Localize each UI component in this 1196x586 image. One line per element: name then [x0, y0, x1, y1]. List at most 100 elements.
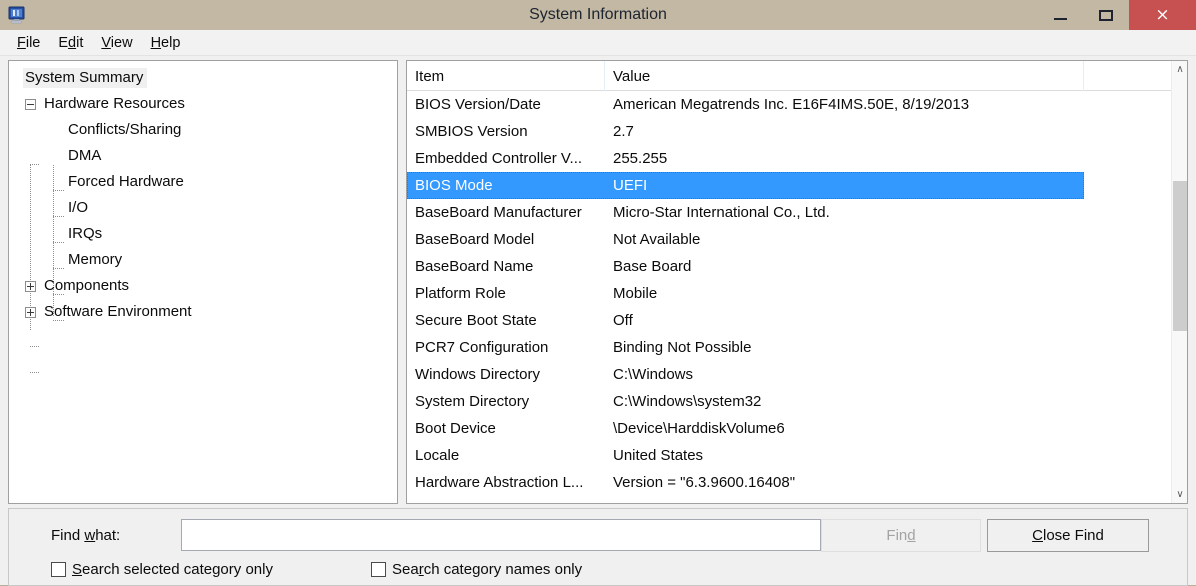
- close-find-accel: C: [1032, 527, 1043, 544]
- chk1-post: earch selected category only: [82, 561, 273, 578]
- row-value: C:\Windows: [613, 366, 694, 383]
- table-row[interactable]: Embedded Controller V... 255.255: [407, 145, 1171, 172]
- chk2-pre: Sea: [392, 561, 419, 578]
- table-row[interactable]: BaseBoard Model Not Available: [407, 226, 1171, 253]
- table-row[interactable]: Secure Boot State Off: [407, 307, 1171, 334]
- find-bar: Find what: Fin d Close Find Search select…: [8, 508, 1188, 586]
- list-column-header: Item Value: [407, 61, 1187, 91]
- table-row[interactable]: Windows Directory C:\Windows: [407, 361, 1171, 388]
- tree-item-label: Components: [44, 277, 130, 294]
- menu-bar: File Edit View Help: [0, 30, 1196, 56]
- title-bar[interactable]: System Information ×: [0, 0, 1196, 30]
- menu-edit-accel: d: [68, 34, 77, 51]
- expand-plus-icon[interactable]: [25, 280, 36, 292]
- menu-file-label: ile: [25, 34, 41, 51]
- row-value: UEFI: [613, 177, 648, 194]
- table-row[interactable]: BaseBoard Manufacturer Micro-Star Interna…: [407, 199, 1171, 226]
- tree-item-io[interactable]: I/O: [9, 195, 397, 221]
- table-row[interactable]: PCR7 Configuration Binding Not Possible: [407, 334, 1171, 361]
- search-selected-category-checkbox[interactable]: Search selected category only: [51, 561, 273, 578]
- window-title: System Information: [529, 6, 667, 23]
- caption-buttons: ×: [1037, 0, 1196, 30]
- column-header-value[interactable]: Value: [605, 61, 1084, 91]
- chk1-accel: S: [72, 561, 83, 578]
- row-item: Boot Device: [415, 420, 496, 437]
- row-value: American Megatrends Inc. E16F4IMS.50E, 8…: [613, 96, 970, 113]
- row-item: Secure Boot State: [415, 312, 537, 329]
- find-button[interactable]: Fin d: [821, 519, 981, 552]
- row-value: 255.255: [613, 150, 668, 167]
- search-category-names-checkbox[interactable]: Search category names only: [371, 561, 582, 578]
- list-rows: BIOS Version/Date American Megatrends Inc…: [407, 91, 1171, 503]
- tree-item-memory[interactable]: Memory: [9, 247, 397, 273]
- menu-view-accel: V: [101, 34, 111, 51]
- close-find-button[interactable]: Close Find: [987, 519, 1149, 552]
- row-item: Platform Role: [415, 285, 506, 302]
- tree-item-components[interactable]: Components: [9, 273, 397, 299]
- close-button[interactable]: ×: [1129, 0, 1196, 30]
- column-header-item[interactable]: Item: [407, 61, 605, 91]
- menu-file-accel: F: [17, 34, 26, 51]
- row-item: System Directory: [415, 393, 530, 410]
- menu-help-label: elp: [161, 34, 181, 51]
- menu-edit[interactable]: Edit: [49, 33, 92, 53]
- tree-item-system-summary[interactable]: System Summary: [9, 65, 397, 91]
- row-item: BaseBoard Model: [415, 231, 535, 248]
- maximize-icon: [1099, 9, 1113, 21]
- row-value: Not Available: [613, 231, 701, 248]
- table-row[interactable]: Platform Role Mobile: [407, 280, 1171, 307]
- row-value: United States: [613, 447, 704, 464]
- tree-item-conflicts-sharing[interactable]: Conflicts/Sharing: [9, 117, 397, 143]
- tree-item-irqs[interactable]: IRQs: [9, 221, 397, 247]
- collapse-minus-icon[interactable]: [25, 98, 36, 110]
- category-tree[interactable]: System Summary Hardware Resources Confli…: [8, 60, 398, 504]
- menu-edit-pre: E: [58, 34, 69, 51]
- tree-stub-line: [30, 372, 40, 373]
- table-row[interactable]: Locale United States: [407, 442, 1171, 469]
- table-row[interactable]: BIOS Version/Date American Megatrends Inc…: [407, 91, 1171, 118]
- find-button-accel: d: [907, 527, 916, 544]
- tree-item-forced-hardware[interactable]: Forced Hardware: [9, 169, 397, 195]
- checkbox-label: Search category names only: [392, 561, 582, 578]
- tree-item-dma[interactable]: DMA: [9, 143, 397, 169]
- row-value: Off: [613, 312, 633, 329]
- table-row-selected[interactable]: BIOS Mode UEFI: [407, 172, 1084, 199]
- tree-item-label: Hardware Resources: [44, 95, 185, 112]
- minimize-button[interactable]: [1037, 0, 1083, 30]
- row-value: \Device\HarddiskVolume6: [613, 420, 785, 437]
- tree-item-label: Conflicts/Sharing: [68, 121, 182, 138]
- checkbox-icon[interactable]: [371, 562, 386, 577]
- tree-item-label: System Summary: [23, 68, 148, 88]
- menu-file[interactable]: File: [8, 33, 49, 53]
- table-row[interactable]: SMBIOS Version 2.7: [407, 118, 1171, 145]
- details-list-view[interactable]: Item Value BIOS Version/Date American Meg…: [406, 60, 1188, 504]
- table-row[interactable]: BaseBoard Name Base Board: [407, 253, 1171, 280]
- maximize-button[interactable]: [1083, 0, 1129, 30]
- find-label-post: hat:: [95, 527, 121, 544]
- expand-plus-icon[interactable]: [25, 306, 36, 318]
- row-value: Mobile: [613, 285, 658, 302]
- system-information-window: System Information × File Edit View Help: [0, 0, 1196, 586]
- tree-item-label: Memory: [68, 251, 123, 268]
- tree-item-label: Forced Hardware: [68, 173, 184, 190]
- find-input[interactable]: [181, 519, 821, 551]
- scrollbar-thumb[interactable]: [1173, 181, 1187, 331]
- row-item: BaseBoard Name: [415, 258, 534, 275]
- tree-item-hardware-resources[interactable]: Hardware Resources: [9, 91, 397, 117]
- scroll-down-icon[interactable]: ∨: [1172, 486, 1187, 503]
- row-item: BaseBoard Manufacturer: [415, 204, 582, 221]
- row-value: Binding Not Possible: [613, 339, 752, 356]
- tree-stub-line: [30, 346, 40, 347]
- checkbox-label: Search selected category only: [72, 561, 273, 578]
- row-item: BIOS Mode: [415, 177, 493, 194]
- checkbox-icon[interactable]: [51, 562, 66, 577]
- table-row[interactable]: Hardware Abstraction L... Version = "6.3.…: [407, 469, 1171, 496]
- menu-help[interactable]: Help: [142, 33, 190, 53]
- row-item: Windows Directory: [415, 366, 541, 383]
- table-row[interactable]: Boot Device \Device\HarddiskVolume6: [407, 415, 1171, 442]
- scroll-up-icon[interactable]: ∧: [1172, 61, 1187, 78]
- list-scrollbar[interactable]: ∧ ∨: [1171, 61, 1187, 503]
- table-row[interactable]: System Directory C:\Windows\system32: [407, 388, 1171, 415]
- tree-item-software-environment[interactable]: Software Environment: [9, 299, 397, 325]
- menu-view[interactable]: View: [92, 33, 141, 53]
